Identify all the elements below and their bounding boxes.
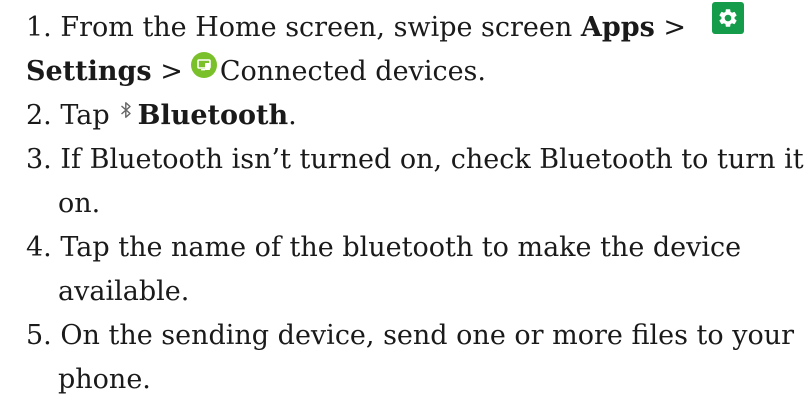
step-text: on. — [58, 187, 101, 219]
step-text: phone. — [58, 363, 151, 395]
step-5-line-1: 5. On the sending device, send one or mo… — [26, 314, 794, 358]
step-number: 2. — [26, 99, 52, 131]
apps-label: Apps — [580, 11, 655, 43]
step-5-line-2: phone. — [26, 358, 782, 402]
step-text: From the Home screen, swipe screen — [60, 11, 573, 43]
step-text: On the sending device, send one or more … — [60, 319, 794, 351]
bluetooth-label: Bluetooth — [137, 99, 289, 131]
step-3-line-2: on. — [26, 182, 782, 226]
settings-label: Settings — [26, 55, 152, 87]
step-text: If Bluetooth isn’t turned on, check Blue… — [60, 143, 804, 175]
step-4-line-2: available. — [26, 270, 782, 314]
step-number: 5. — [26, 319, 52, 351]
gear-icon — [712, 2, 745, 34]
separator: > — [160, 55, 183, 87]
connected-devices-label: Connected devices. — [219, 55, 486, 87]
step-text: Tap the name of the bluetooth to make th… — [60, 231, 742, 263]
connected-devices-icon — [190, 52, 217, 78]
step-2-line: 2. Tap Bluetooth. — [26, 94, 782, 138]
step-3-line-1: 3. If Bluetooth isn’t turned on, check B… — [26, 138, 804, 182]
step-4-line-1: 4. Tap the name of the bluetooth to make… — [26, 226, 782, 270]
step-number: 4. — [26, 231, 52, 263]
step-1-line-2: Settings > Connected devices. — [26, 50, 782, 94]
step-number: 1. — [26, 11, 52, 43]
bluetooth-icon — [120, 101, 134, 119]
instructions-list: 1. From the Home screen, swipe screen Ap… — [0, 0, 804, 402]
step-text: Tap — [60, 99, 110, 131]
step-text: available. — [58, 275, 190, 307]
period: . — [288, 99, 297, 131]
separator: > — [663, 11, 687, 43]
step-number: 3. — [26, 143, 52, 175]
step-1-line-1: 1. From the Home screen, swipe screen Ap… — [26, 2, 782, 50]
